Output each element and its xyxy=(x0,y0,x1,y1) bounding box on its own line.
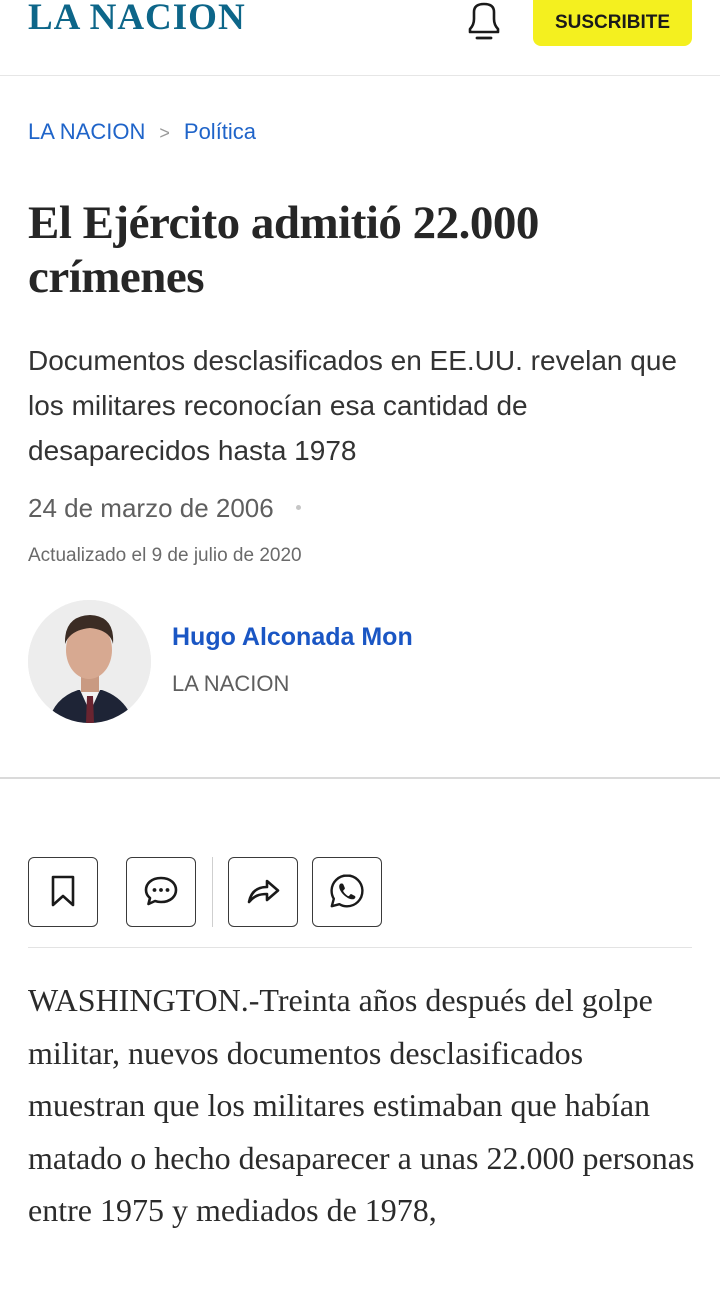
share-button[interactable] xyxy=(228,857,298,927)
bookmark-icon xyxy=(48,874,78,911)
actions-divider xyxy=(28,947,692,948)
breadcrumb-separator: > xyxy=(159,123,170,143)
breadcrumb-home-link[interactable]: LA NACION xyxy=(28,119,145,144)
bell-icon[interactable] xyxy=(462,0,506,44)
actions-separator xyxy=(212,857,213,927)
site-logo[interactable]: LA NACION xyxy=(28,0,246,38)
author-organization: LA NACION xyxy=(172,671,290,696)
breadcrumb-section-link[interactable]: Política xyxy=(184,119,256,144)
updated-date: Actualizado el 9 de julio de 2020 xyxy=(28,545,302,566)
whatsapp-icon xyxy=(328,872,366,913)
share-icon xyxy=(245,875,281,910)
site-header: LA NACION SUSCRIBITE xyxy=(0,0,720,76)
publish-date-row: 24 de marzo de 2006 xyxy=(28,491,301,525)
section-divider xyxy=(0,777,720,779)
breadcrumb: LA NACION > Política xyxy=(28,118,256,147)
publish-date: 24 de marzo de 2006 xyxy=(28,493,274,523)
whatsapp-button[interactable] xyxy=(312,857,382,927)
article-subtitle: Documentos desclasificados en EE.UU. rev… xyxy=(28,345,678,466)
article-body: WASHINGTON.-Treinta años después del gol… xyxy=(28,982,695,1228)
comment-button[interactable] xyxy=(126,857,196,927)
author-avatar[interactable] xyxy=(28,600,151,723)
article-title: El Ejército admitió 22.000 crímenes xyxy=(28,197,539,303)
author-name-link[interactable]: Hugo Alconada Mon xyxy=(172,621,413,653)
bookmark-button[interactable] xyxy=(28,857,98,927)
comment-icon xyxy=(143,874,179,911)
subscribe-button[interactable]: SUSCRIBITE xyxy=(533,0,692,46)
date-separator-dot xyxy=(295,504,301,510)
